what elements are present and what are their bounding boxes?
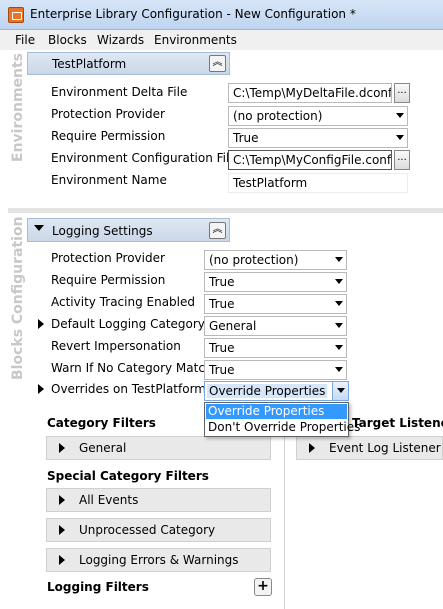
expand-default-category-icon[interactable] (38, 319, 44, 329)
menu-blocks[interactable]: Blocks (48, 33, 87, 47)
filter-logging-errors-warnings[interactable]: Logging Errors & Warnings (46, 548, 271, 572)
env-require-permission-value: True (233, 131, 259, 145)
filter-unprocessed-category-label: Unprocessed Category (79, 523, 216, 537)
filter-general-label: General (79, 441, 127, 455)
title-bar: Enterprise Library Configuration - New C… (0, 0, 443, 30)
window-title: Enterprise Library Configuration - New C… (30, 7, 356, 21)
environment-header: TestPlatform ︽ (27, 52, 230, 75)
collapse-logging-button[interactable]: ︽ (209, 222, 226, 239)
blocks-configuration-section-label: Blocks Configuration (10, 216, 26, 380)
prop-label-environment-name: Environment Name (51, 173, 167, 187)
log-prop-label-overrides: Overrides on TestPlatform (51, 382, 206, 396)
plus-icon: + (257, 578, 269, 594)
option-override-properties[interactable]: Override Properties (206, 404, 347, 419)
chevron-down-icon (335, 345, 343, 350)
revert-impersonation-select[interactable]: True (204, 338, 347, 358)
section-divider (8, 208, 443, 213)
menu-file[interactable]: File (15, 33, 35, 47)
filter-all-events-label: All Events (79, 493, 139, 507)
category-filters-heading: Category Filters (47, 416, 156, 430)
warn-no-category-value: True (209, 363, 235, 377)
log-prop-label-default-category: Default Logging Category (51, 317, 205, 331)
listener-event-log[interactable]: Event Log Listener (296, 436, 443, 460)
logging-filters-heading: Logging Filters (47, 580, 149, 594)
triangle-right-icon (59, 525, 65, 535)
environment-name-input[interactable]: TestPlatform (228, 173, 408, 193)
chevron-down-icon (335, 301, 343, 306)
target-listeners-heading: Target Listeners (352, 416, 443, 430)
activity-tracing-value: True (209, 297, 235, 311)
collapse-triangle-icon[interactable] (34, 225, 44, 231)
filter-logging-errors-warnings-label: Logging Errors & Warnings (79, 553, 239, 567)
triangle-right-icon (59, 443, 65, 453)
env-require-permission-select[interactable]: True (228, 128, 408, 148)
logging-settings-header: Logging Settings ︽ (27, 218, 230, 242)
collapse-environment-button[interactable]: ︽ (209, 55, 226, 72)
env-protection-provider-select[interactable]: (no protection) (228, 106, 408, 126)
log-prop-label-require-permission: Require Permission (51, 273, 166, 287)
overrides-dropdown-button[interactable] (332, 382, 348, 400)
chevron-down-icon (396, 135, 404, 140)
prop-label-protection-provider: Protection Provider (51, 107, 165, 121)
env-protection-provider-value: (no protection) (233, 109, 323, 123)
environments-section-label: Environments (10, 52, 26, 162)
chevron-down-icon (396, 113, 404, 118)
special-category-filters-heading: Special Category Filters (47, 469, 209, 483)
log-prop-label-warn-no-category: Warn If No Category Match (51, 361, 213, 375)
filter-unprocessed-category[interactable]: Unprocessed Category (46, 518, 271, 542)
option-dont-override-properties[interactable]: Don't Override Properties (206, 420, 360, 435)
prop-label-config-file: Environment Configuration File (51, 151, 237, 165)
chevron-down-icon (335, 367, 343, 372)
log-prop-label-revert-impersonation: Revert Impersonation (51, 339, 181, 353)
log-require-permission-value: True (209, 275, 235, 289)
chevron-up-double-icon: ︽ (212, 224, 223, 235)
overrides-select[interactable]: Override Properties (204, 381, 349, 401)
default-category-value: General (209, 319, 257, 333)
config-file-input[interactable]: C:\Temp\MyConfigFile.config (228, 150, 392, 170)
chevron-down-icon (335, 323, 343, 328)
overrides-selected-value: Override Properties (207, 384, 328, 398)
log-prop-label-protection-provider: Protection Provider (51, 251, 165, 265)
menu-wizards[interactable]: Wizards (97, 33, 144, 47)
prop-label-require-permission: Require Permission (51, 129, 166, 143)
filter-general[interactable]: General (46, 436, 271, 460)
main-content: Environments Blocks Configuration TestPl… (0, 50, 443, 609)
triangle-right-icon (59, 555, 65, 565)
app-icon (8, 7, 24, 23)
activity-tracing-select[interactable]: True (204, 294, 347, 314)
environment-header-title: TestPlatform (52, 57, 127, 71)
listener-event-log-label: Event Log Listener (329, 441, 441, 455)
log-protection-provider-value: (no protection) (209, 253, 299, 267)
chevron-down-icon (337, 388, 345, 393)
filter-all-events[interactable]: All Events (46, 488, 271, 512)
panel-separator (284, 408, 285, 609)
add-logging-filter-button[interactable]: + (254, 578, 272, 596)
triangle-right-icon (59, 495, 65, 505)
delta-file-browse-button[interactable]: ... (394, 83, 410, 103)
warn-no-category-select[interactable]: True (204, 360, 347, 380)
chevron-down-icon (335, 279, 343, 284)
menu-bar: File Blocks Wizards Environments (0, 30, 443, 50)
chevron-down-icon (335, 257, 343, 262)
overrides-options-list: Override Properties Don't Override Prope… (204, 402, 360, 437)
expand-overrides-icon[interactable] (38, 384, 44, 394)
default-category-select[interactable]: General (204, 316, 347, 336)
config-file-browse-button[interactable]: ... (394, 150, 410, 170)
chevron-up-double-icon: ︽ (212, 57, 223, 68)
prop-label-delta-file: Environment Delta File (51, 85, 188, 99)
log-protection-provider-select[interactable]: (no protection) (204, 250, 347, 270)
triangle-right-icon (309, 443, 315, 453)
revert-impersonation-value: True (209, 341, 235, 355)
delta-file-input[interactable]: C:\Temp\MyDeltaFile.dconfig (228, 83, 392, 103)
menu-environments[interactable]: Environments (154, 33, 237, 47)
logging-settings-title: Logging Settings (52, 224, 153, 238)
log-require-permission-select[interactable]: True (204, 272, 347, 292)
log-prop-label-activity-tracing: Activity Tracing Enabled (51, 295, 196, 309)
